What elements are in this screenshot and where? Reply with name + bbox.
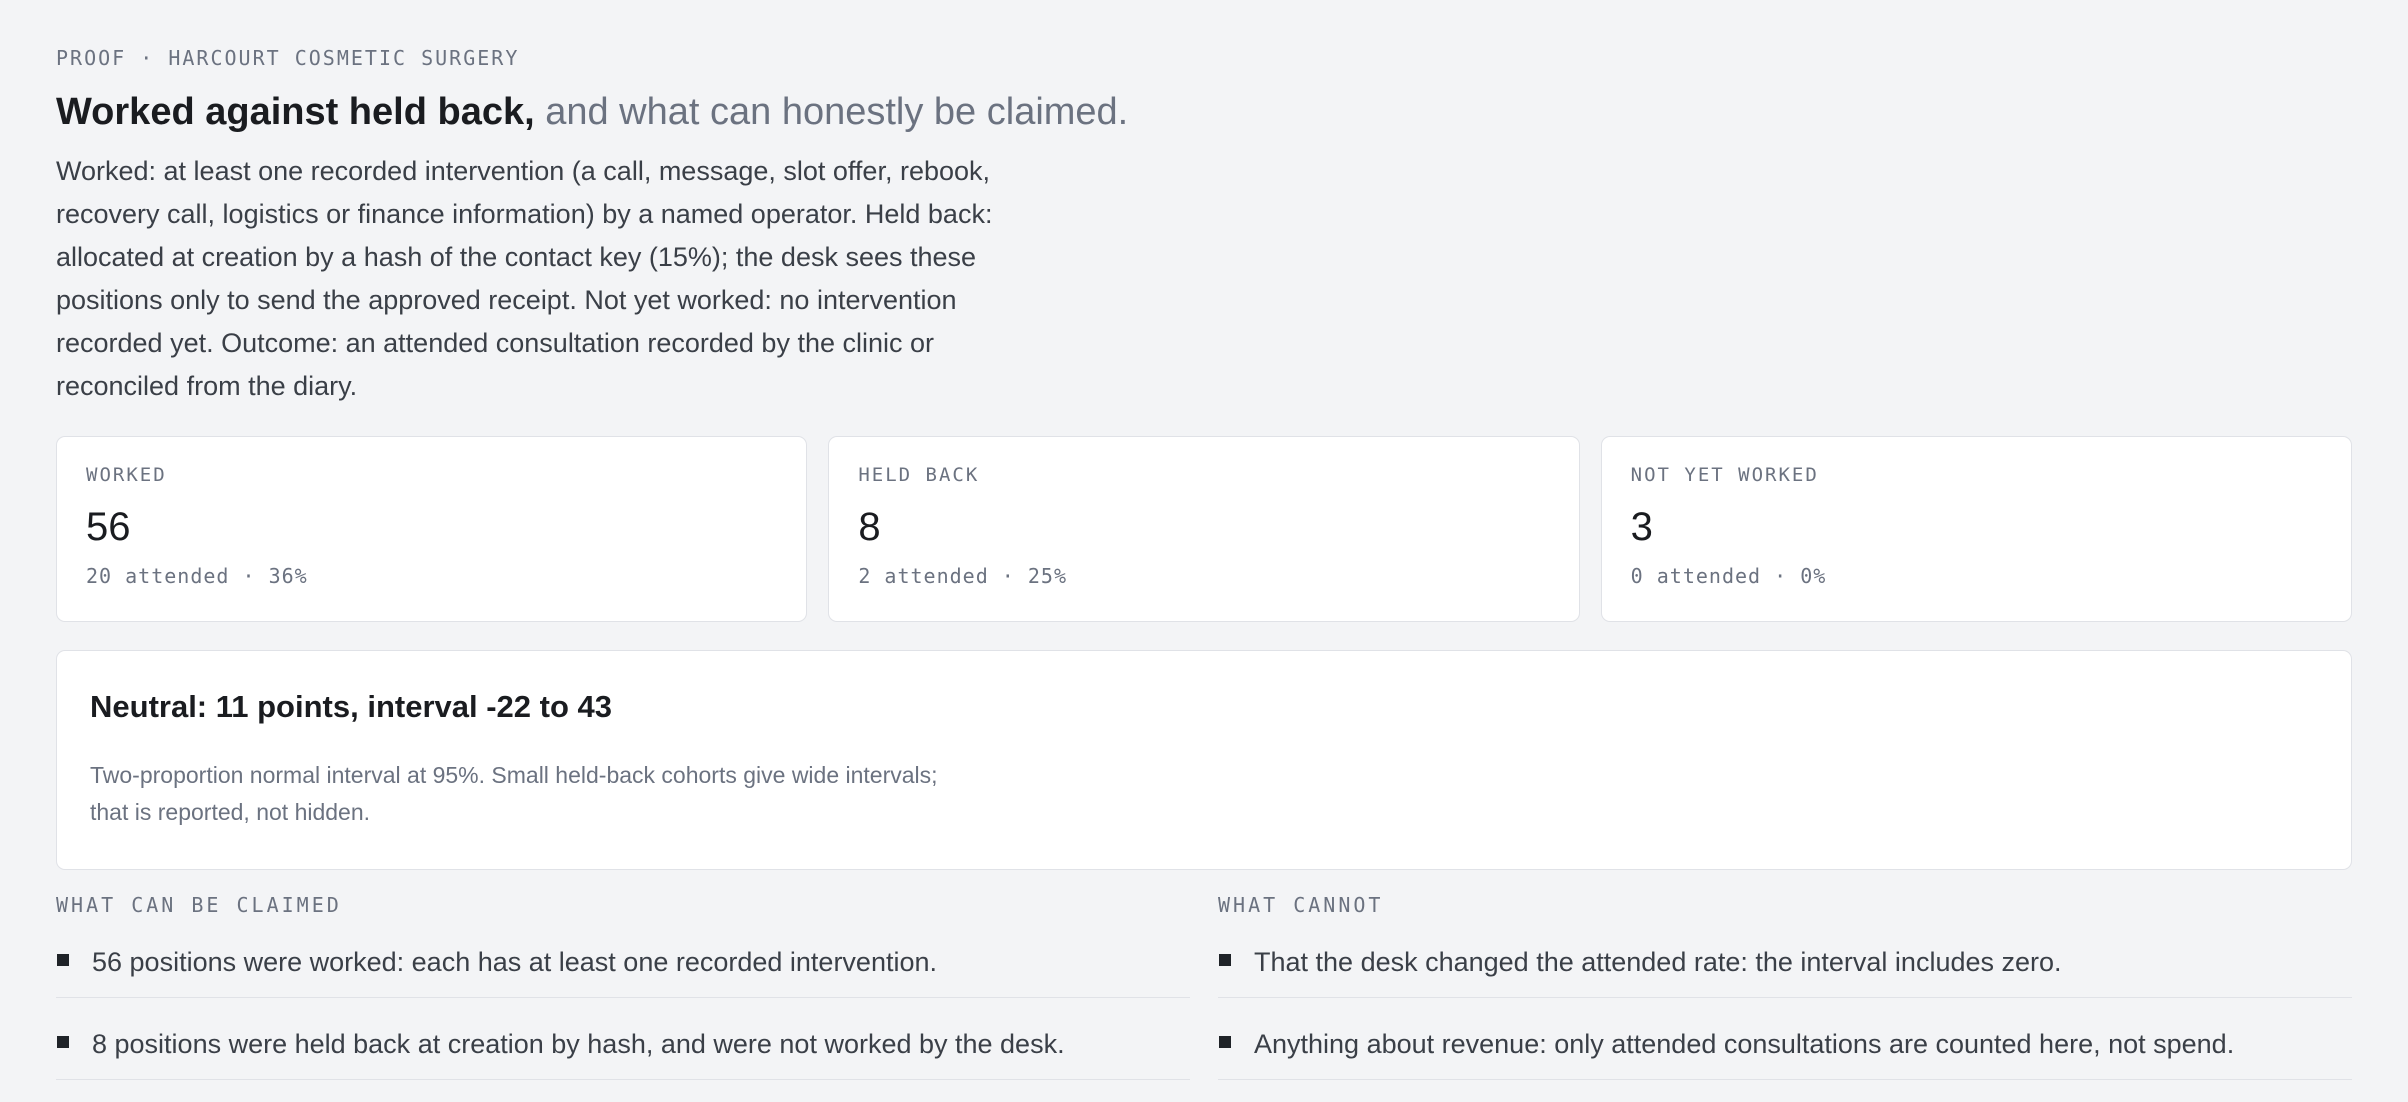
page-title-strong: Worked against held back, — [56, 91, 535, 133]
cannot-claim-column: WHAT CANNOT That the desk changed the at… — [1218, 892, 2352, 1102]
stat-label: HELD BACK — [858, 464, 980, 486]
list-item-text: Anything about revenue: only attended co… — [1254, 1029, 2235, 1059]
proof-page: PROOF · HARCOURT COSMETIC SURGERY Worked… — [56, 46, 2352, 1080]
list-item: 8 positions were held back at creation b… — [56, 1020, 1190, 1080]
square-bullet-icon — [57, 954, 69, 966]
page-title-muted: and what can honestly be claimed. — [545, 91, 1129, 133]
list-item-text: That the desk changed the attended rate:… — [1254, 947, 2062, 977]
stat-cards: WORKED 56 20 attended · 36% HELD BACK 8 … — [56, 436, 2352, 622]
list-item: 56 positions were worked: each has at le… — [56, 938, 1190, 998]
stat-card-held-back: HELD BACK 8 2 attended · 25% — [828, 436, 1580, 622]
neutral-result-note: Two-proportion normal interval at 95%. S… — [90, 762, 938, 825]
list-item-text: 56 positions were worked: each has at le… — [92, 947, 938, 977]
square-bullet-icon — [1219, 1036, 1231, 1048]
neutral-result-panel: Neutral: 11 points, interval -22 to 43 T… — [56, 650, 2352, 870]
can-claim-column: WHAT CAN BE CLAIMED 56 positions were wo… — [56, 892, 1190, 1102]
square-bullet-icon — [57, 1036, 69, 1048]
cannot-claim-heading: WHAT CANNOT — [1218, 893, 1384, 917]
list-item-text: 8 positions were held back at creation b… — [92, 1029, 1065, 1059]
list-item: Anything about revenue: only attended co… — [1218, 1020, 2352, 1080]
claims-columns: WHAT CAN BE CLAIMED 56 positions were wo… — [56, 892, 2352, 1102]
stat-value: 56 — [86, 505, 131, 549]
stat-card-not-yet-worked: NOT YET WORKED 3 0 attended · 0% — [1600, 436, 2352, 622]
definitions-paragraph: Worked: at least one recorded interventi… — [56, 156, 993, 401]
stat-value: 3 — [1630, 505, 1653, 549]
stat-label: WORKED — [86, 464, 167, 486]
stat-card-worked: WORKED 56 20 attended · 36% — [56, 436, 808, 622]
can-claim-heading: WHAT CAN BE CLAIMED — [56, 893, 342, 917]
stat-sub: 2 attended · 25% — [858, 564, 1067, 588]
neutral-result-heading: Neutral: 11 points, interval -22 to 43 — [90, 689, 612, 724]
stat-sub: 0 attended · 0% — [1630, 564, 1827, 588]
stat-value: 8 — [858, 505, 881, 549]
page-eyebrow: PROOF · HARCOURT COSMETIC SURGERY — [56, 46, 520, 70]
can-claim-list: 56 positions were worked: each has at le… — [56, 938, 1190, 1080]
list-item: That the desk changed the attended rate:… — [1218, 938, 2352, 998]
cannot-claim-list: That the desk changed the attended rate:… — [1218, 938, 2352, 1080]
stat-sub: 20 attended · 36% — [86, 564, 308, 588]
square-bullet-icon — [1219, 954, 1231, 966]
stat-label: NOT YET WORKED — [1630, 464, 1819, 486]
page-title: Worked against held back, and what can h… — [56, 88, 2352, 136]
